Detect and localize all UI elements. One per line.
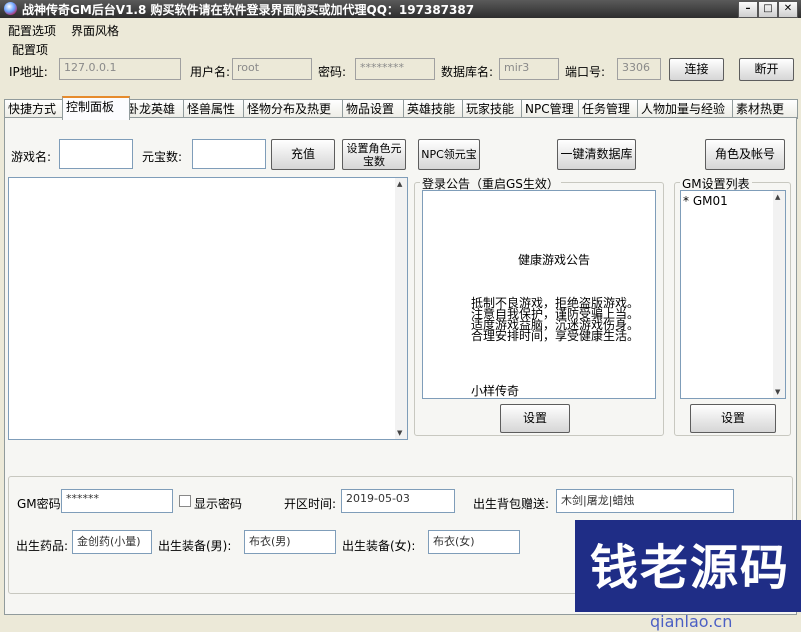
password-label: 密码: [318,65,347,79]
user-label: 用户名: [190,65,231,79]
menu-config[interactable]: 配置选项 [8,22,56,39]
yuanbao-label: 元宝数: [142,150,183,164]
maximize-button[interactable]: □ [758,1,778,18]
tab-monster-dist[interactable]: 怪物分布及热更 [243,99,349,119]
gm-password-input[interactable]: ****** [61,489,173,513]
yuanbao-input[interactable] [192,139,266,169]
connect-button[interactable]: 连接 [669,58,724,81]
tab-character-exp[interactable]: 人物加量与经验 [637,99,739,119]
port-label: 端口号: [565,65,606,79]
log-textarea[interactable]: ▲ ▼ [8,177,408,440]
app-icon [4,2,17,15]
gmlist-scrollbar[interactable]: ▲ ▼ [773,191,785,398]
tab-tasks[interactable]: 任务管理 [578,99,644,119]
database-field[interactable]: mir3 [499,58,559,80]
npc-yuanbao-button[interactable]: NPC领元宝 [418,139,480,170]
open-time-input[interactable]: 2019-05-03 [341,489,455,513]
show-password-checkbox[interactable] [179,495,191,507]
role-account-button[interactable]: 角色及帐号 [705,139,785,170]
window-title: 战神传奇GM后台V1.8 购买软件请在软件登录界面购买或加代理QQ：197387… [22,3,475,17]
tab-player-skills[interactable]: 玩家技能 [462,99,528,119]
password-field[interactable]: ******** [355,58,435,80]
disconnect-button[interactable]: 断开 [739,58,794,81]
tab-strip: 快捷方式 控制面板 卧龙英雄 怪兽属性 怪物分布及热更 物品设置 英雄技能 玩家… [4,96,798,120]
log-scrollbar[interactable]: ▲ ▼ [395,178,407,439]
database-label: 数据库名: [441,65,494,79]
gmlist-textarea[interactable]: * GM01 ▲ ▼ [680,190,786,399]
scroll-up-icon[interactable]: ▲ [397,180,402,188]
scroll-up-icon[interactable]: ▲ [775,193,780,201]
potion-label: 出生药品: [16,539,69,553]
ip-field[interactable]: 127.0.0.1 [59,58,181,80]
port-field[interactable]: 3306 [617,58,661,80]
watermark-text: 钱老源码 [590,540,791,596]
close-button[interactable]: ✕ [778,1,798,18]
announce-footer: 小样传奇 [471,384,520,398]
tab-monster-attr[interactable]: 怪兽属性 [183,99,250,119]
announce-line-4: 合理安排时间，享受健康生活。 [471,329,640,343]
open-time-label: 开区时间: [284,497,337,511]
clear-database-button[interactable]: 一键清数据库 [557,139,636,170]
config-section-label: 配置项 [12,43,49,57]
set-role-yuanbao-button[interactable]: 设置角色元宝数 [342,139,406,170]
tab-item-settings[interactable]: 物品设置 [342,99,410,119]
tab-wolong-hero[interactable]: 卧龙英雄 [123,99,190,119]
tab-npc[interactable]: NPC管理 [521,99,585,119]
announce-set-button[interactable]: 设置 [500,404,570,433]
minimize-button[interactable]: – [738,1,758,18]
equip-male-input[interactable]: 布衣(男) [244,530,336,554]
scroll-down-icon[interactable]: ▼ [397,429,402,437]
ip-label: IP地址: [9,65,48,79]
potion-input[interactable]: 金创药(小量) [72,530,152,554]
equip-female-input[interactable]: 布衣(女) [428,530,520,554]
tab-hero-skills[interactable]: 英雄技能 [403,99,469,119]
equip-female-label: 出生装备(女): [342,539,416,553]
title-bar: 战神传奇GM后台V1.8 购买软件请在软件登录界面购买或加代理QQ：197387… [0,0,801,18]
bag-gift-label: 出生背包赠送: [473,497,550,511]
announce-title: 健康游戏公告 [518,253,591,267]
scroll-down-icon[interactable]: ▼ [775,388,780,396]
recharge-button[interactable]: 充值 [271,139,335,170]
tab-material-update[interactable]: 素材热更 [732,99,798,119]
equip-male-label: 出生装备(男): [158,539,232,553]
tab-control-panel[interactable]: 控制面板 [62,96,130,120]
gmlist-set-button[interactable]: 设置 [690,404,776,433]
tab-shortcuts[interactable]: 快捷方式 [4,99,69,119]
watermark-url: qianlao.cn [650,612,733,631]
game-name-label: 游戏名: [11,150,52,164]
gm-password-label: GM密码: [17,497,65,511]
user-field[interactable]: root [232,58,312,80]
show-password-label: 显示密码 [194,497,243,511]
gmlist-content: * GM01 [683,194,728,208]
announce-textarea[interactable] [422,190,656,399]
bag-gift-input[interactable]: 木剑|屠龙|蜡烛 [556,489,734,513]
game-name-input[interactable] [59,139,133,169]
menu-style[interactable]: 界面风格 [71,22,119,39]
